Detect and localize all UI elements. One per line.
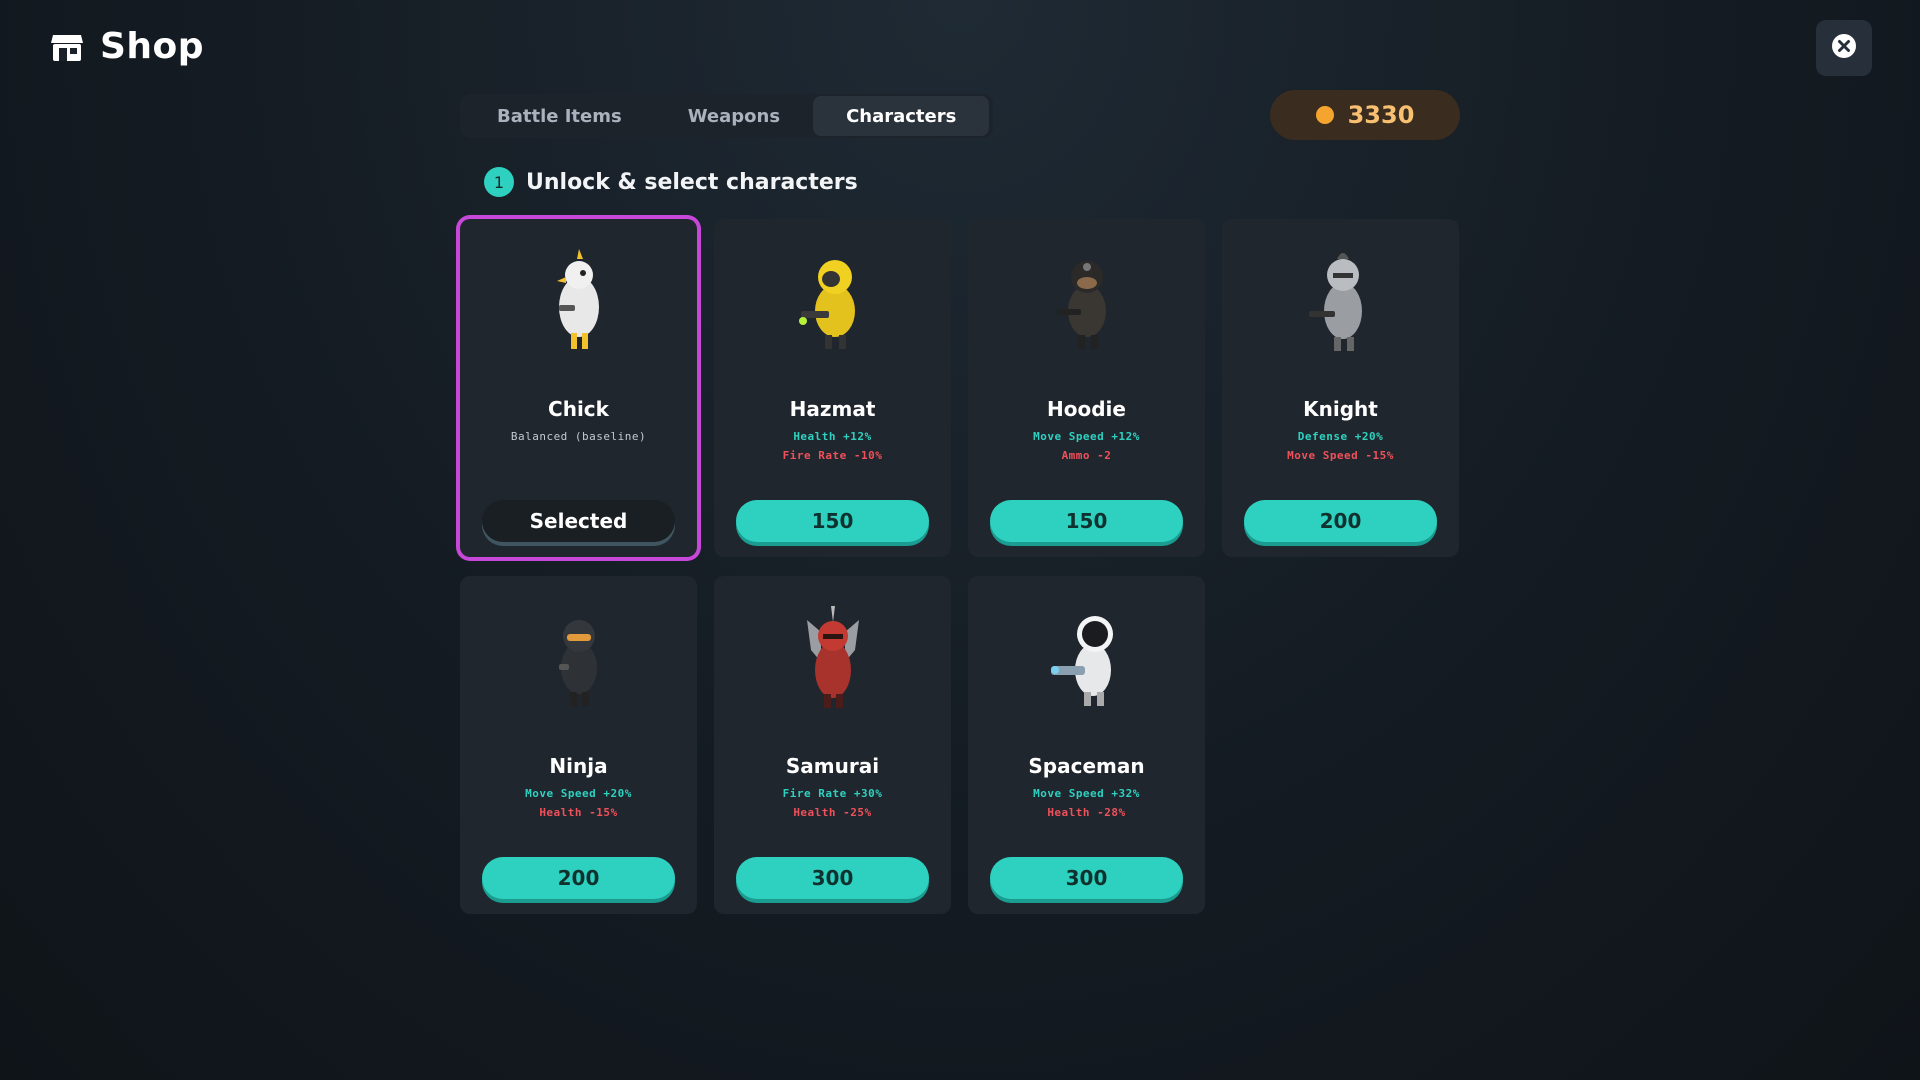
character-name: Knight <box>1303 397 1378 421</box>
hoodie-character-image <box>1056 261 1106 349</box>
samurai-character-image <box>806 606 859 708</box>
chick-character-image <box>556 249 599 349</box>
character-grid: Chick Balanced (baseline) Selected Hazma… <box>460 219 1459 914</box>
buy-button[interactable]: 150 <box>736 500 929 542</box>
shop-header: Shop <box>48 26 204 67</box>
character-stat-bonus: Move Speed +32% <box>1033 787 1140 800</box>
page-title: Shop <box>100 26 205 67</box>
character-card-ninja[interactable]: Ninja Move Speed +20% Health -15% 200 <box>460 576 697 914</box>
character-card-knight[interactable]: Knight Defense +20% Move Speed -15% 200 <box>1222 219 1459 557</box>
character-stat-bonus: Move Speed +20% <box>525 787 632 800</box>
character-stat-bonus: Fire Rate +30% <box>782 787 883 800</box>
character-card-chick[interactable]: Chick Balanced (baseline) Selected <box>460 219 697 557</box>
coin-balance: 3330 <box>1270 90 1460 140</box>
character-stat-penalty: Fire Rate -10% <box>782 449 883 462</box>
character-stat-penalty: Health -25% <box>793 806 872 819</box>
character-card-hoodie[interactable]: Hoodie Move Speed +12% Ammo -2 150 <box>968 219 1205 557</box>
close-icon <box>1831 33 1857 63</box>
hazmat-character-image <box>798 260 855 349</box>
character-name: Spaceman <box>1028 754 1145 778</box>
selected-button[interactable]: Selected <box>482 500 675 542</box>
character-card-samurai[interactable]: Samurai Fire Rate +30% Health -25% 300 <box>714 576 951 914</box>
buy-button[interactable]: 200 <box>1244 500 1437 542</box>
spaceman-character-image <box>1050 616 1113 706</box>
tab-weapons[interactable]: Weapons <box>655 96 813 136</box>
ninja-character-image <box>558 620 597 706</box>
character-name: Chick <box>548 397 609 421</box>
character-name: Ninja <box>549 754 608 778</box>
category-tabs: Battle Items Weapons Characters <box>460 94 994 138</box>
tab-characters[interactable]: Characters <box>813 96 990 136</box>
knight-character-image <box>1308 253 1362 351</box>
store-icon <box>48 28 86 66</box>
character-stat-bonus: Defense +20% <box>1297 430 1384 443</box>
character-card-spaceman[interactable]: Spaceman Move Speed +32% Health -28% 300 <box>968 576 1205 914</box>
buy-button[interactable]: 300 <box>990 857 1183 899</box>
character-name: Hoodie <box>1047 397 1126 421</box>
character-stat-penalty: Health -28% <box>1047 806 1126 819</box>
character-stat-penalty: Health -15% <box>539 806 618 819</box>
character-stat-bonus: Health +12% <box>793 430 872 443</box>
coin-icon <box>1315 106 1334 124</box>
character-stat-bonus: Move Speed +12% <box>1033 430 1140 443</box>
step-badge: 1 <box>484 167 514 197</box>
close-button[interactable] <box>1816 20 1872 76</box>
character-stat-penalty: Ammo -2 <box>1061 449 1112 462</box>
coin-amount: 3330 <box>1347 101 1415 129</box>
buy-button[interactable]: 300 <box>736 857 929 899</box>
section-heading: 1 Unlock & select characters <box>484 167 858 197</box>
character-stat: Balanced (baseline) <box>510 430 647 443</box>
character-name: Samurai <box>785 754 880 778</box>
character-name: Hazmat <box>789 397 876 421</box>
character-card-hazmat[interactable]: Hazmat Health +12% Fire Rate -10% 150 <box>714 219 951 557</box>
character-stat-penalty: Move Speed -15% <box>1287 449 1394 462</box>
section-label: Unlock & select characters <box>526 169 858 195</box>
buy-button[interactable]: 150 <box>990 500 1183 542</box>
tab-battle-items[interactable]: Battle Items <box>464 96 655 136</box>
buy-button[interactable]: 200 <box>482 857 675 899</box>
